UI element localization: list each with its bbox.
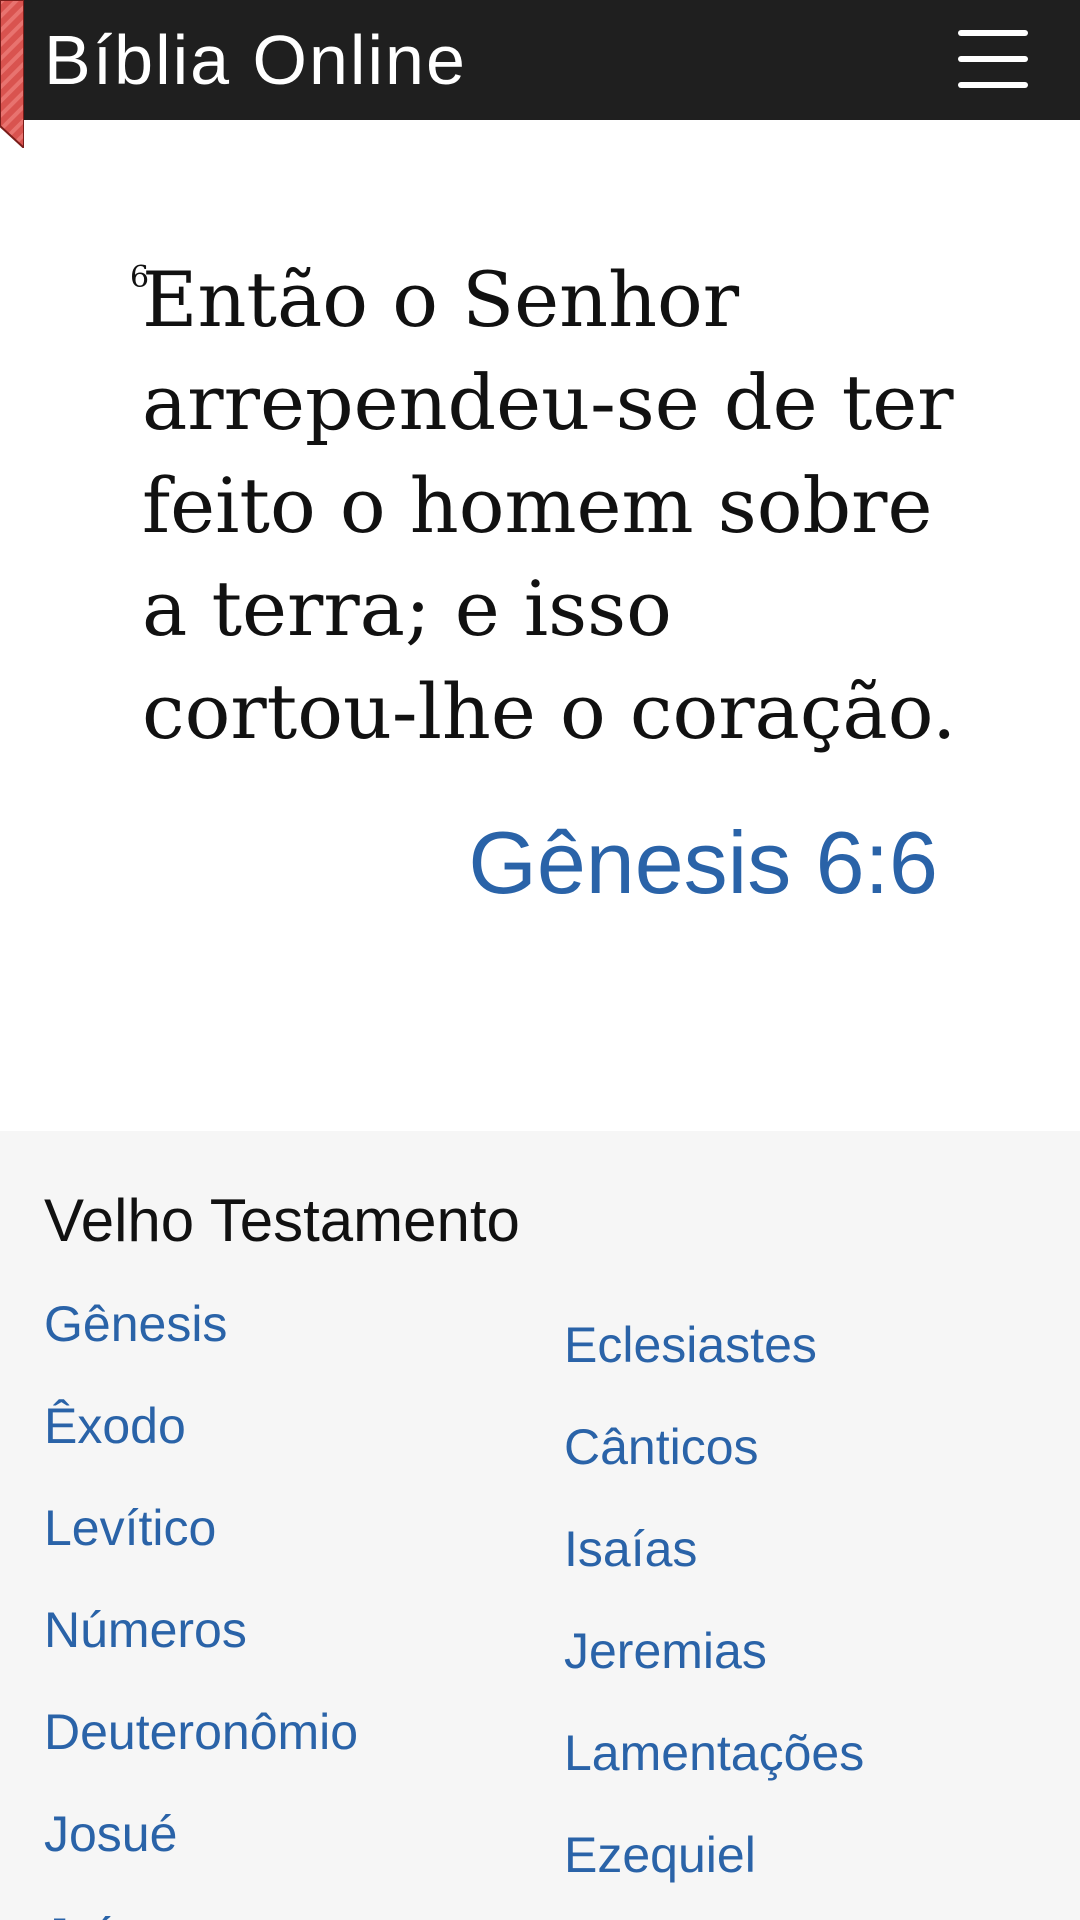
book-link-lamentacoes[interactable]: Lamentações <box>564 1702 864 1804</box>
old-testament-section: Velho Testamento Gênesis Êxodo Levítico … <box>0 1131 1080 1920</box>
book-link-exodo[interactable]: Êxodo <box>44 1375 358 1477</box>
verse-reference-link[interactable]: Gênesis 6:6 <box>400 808 938 918</box>
book-link-isaias[interactable]: Isaías <box>564 1498 864 1600</box>
book-list-left: Gênesis Êxodo Levítico Números Deuteronô… <box>44 1273 358 1920</box>
book-link-levitico[interactable]: Levítico <box>44 1477 358 1579</box>
book-link-canticos[interactable]: Cânticos <box>564 1396 864 1498</box>
book-link-ezequiel[interactable]: Ezequiel <box>564 1804 864 1906</box>
book-link-deuteronomio[interactable]: Deuteronômio <box>44 1681 358 1783</box>
navbar: Bíblia Online <box>0 0 1080 120</box>
book-list-right: Eclesiastes Cânticos Isaías Jeremias Lam… <box>564 1294 864 1906</box>
book-link-numeros[interactable]: Números <box>44 1579 358 1681</box>
brand-title[interactable]: Bíblia Online <box>44 20 467 100</box>
book-link-eclesiastes[interactable]: Eclesiastes <box>564 1294 864 1396</box>
book-link-genesis[interactable]: Gênesis <box>44 1273 358 1375</box>
verse-text: Então o Senhor arrependeu-se de ter feit… <box>142 255 957 756</box>
book-link-jeremias[interactable]: Jeremias <box>564 1600 864 1702</box>
book-link-josue[interactable]: Josué <box>44 1783 358 1885</box>
page: Bíblia Online 6 Então o Senhor arrepende… <box>0 0 1080 1920</box>
book-link-juizes[interactable]: Juízes <box>44 1885 358 1920</box>
section-title: Velho Testamento <box>44 1187 520 1254</box>
bookmark-ribbon-icon <box>0 0 24 148</box>
menu-button[interactable] <box>940 22 1036 98</box>
